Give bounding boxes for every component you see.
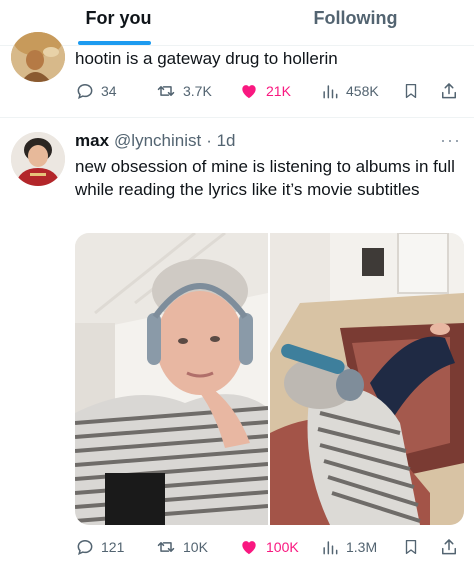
share-icon: [442, 83, 456, 99]
reply-icon: [77, 83, 93, 99]
reply-button[interactable]: 34: [75, 81, 117, 101]
user-handle[interactable]: @lynchinist: [114, 131, 201, 151]
share-icon: [442, 539, 456, 555]
view-count: 458K: [346, 83, 379, 99]
views-button[interactable]: 1.3M: [320, 537, 377, 557]
bookmark-icon: [405, 83, 417, 99]
like-button[interactable]: 21K: [238, 81, 291, 101]
views-icon: [323, 541, 338, 555]
tab-for-you-label: For you: [85, 8, 152, 28]
heart-filled-icon: [242, 85, 256, 99]
tab-following[interactable]: Following: [237, 0, 474, 46]
retweet-button[interactable]: 3.7K: [155, 81, 212, 101]
views-icon: [323, 85, 338, 99]
reply-count: 34: [101, 83, 117, 99]
retweet-count: 3.7K: [183, 83, 212, 99]
tweet-media[interactable]: [75, 233, 464, 525]
media-photo-1[interactable]: [75, 233, 268, 525]
avatar-image: [11, 32, 65, 82]
tabs-divider: [0, 45, 474, 46]
avatar[interactable]: [11, 132, 65, 186]
reply-button[interactable]: 121: [75, 537, 124, 557]
tweet-actions: 34 3.7K 21K 458K: [75, 79, 465, 103]
views-button[interactable]: 458K: [320, 81, 379, 101]
view-count: 1.3M: [346, 539, 378, 555]
retweet-count: 10K: [183, 539, 208, 555]
tweet-time[interactable]: · 1d: [206, 131, 235, 151]
avatar-image: [11, 132, 65, 186]
photo-man-headphones-closeup: [75, 233, 268, 525]
tweet-actions: 121 10K 100K 1.3M: [75, 535, 465, 559]
display-name[interactable]: max: [75, 131, 109, 151]
reply-icon: [77, 539, 93, 555]
heart-filled-icon: [242, 541, 256, 555]
like-count: 21K: [266, 83, 291, 99]
retweet-icon: [157, 542, 175, 552]
tweet-divider: [0, 117, 474, 118]
tweet-header: max @lynchinist · 1d: [75, 131, 236, 151]
media-photo-2[interactable]: [270, 233, 464, 525]
tab-following-label: Following: [313, 8, 398, 28]
tweet-text: new obsession of mine is listening to al…: [75, 157, 455, 199]
bookmark-button[interactable]: [402, 537, 420, 557]
retweet-button[interactable]: 10K: [155, 537, 208, 557]
reply-count: 121: [101, 539, 125, 555]
bookmark-button[interactable]: [402, 81, 420, 101]
avatar[interactable]: [11, 32, 65, 82]
timeline-tabs: For you Following: [0, 0, 474, 46]
bookmark-icon: [405, 539, 417, 555]
like-count: 100K: [266, 539, 299, 555]
tweet-text: hootin is a gateway drug to hollerin: [75, 49, 338, 68]
like-button[interactable]: 100K: [238, 537, 299, 557]
share-button[interactable]: [439, 537, 459, 557]
more-options-button[interactable]: ···: [440, 130, 461, 151]
retweet-icon: [157, 86, 175, 96]
share-button[interactable]: [439, 81, 459, 101]
photo-man-lying-on-rug: [270, 233, 464, 525]
